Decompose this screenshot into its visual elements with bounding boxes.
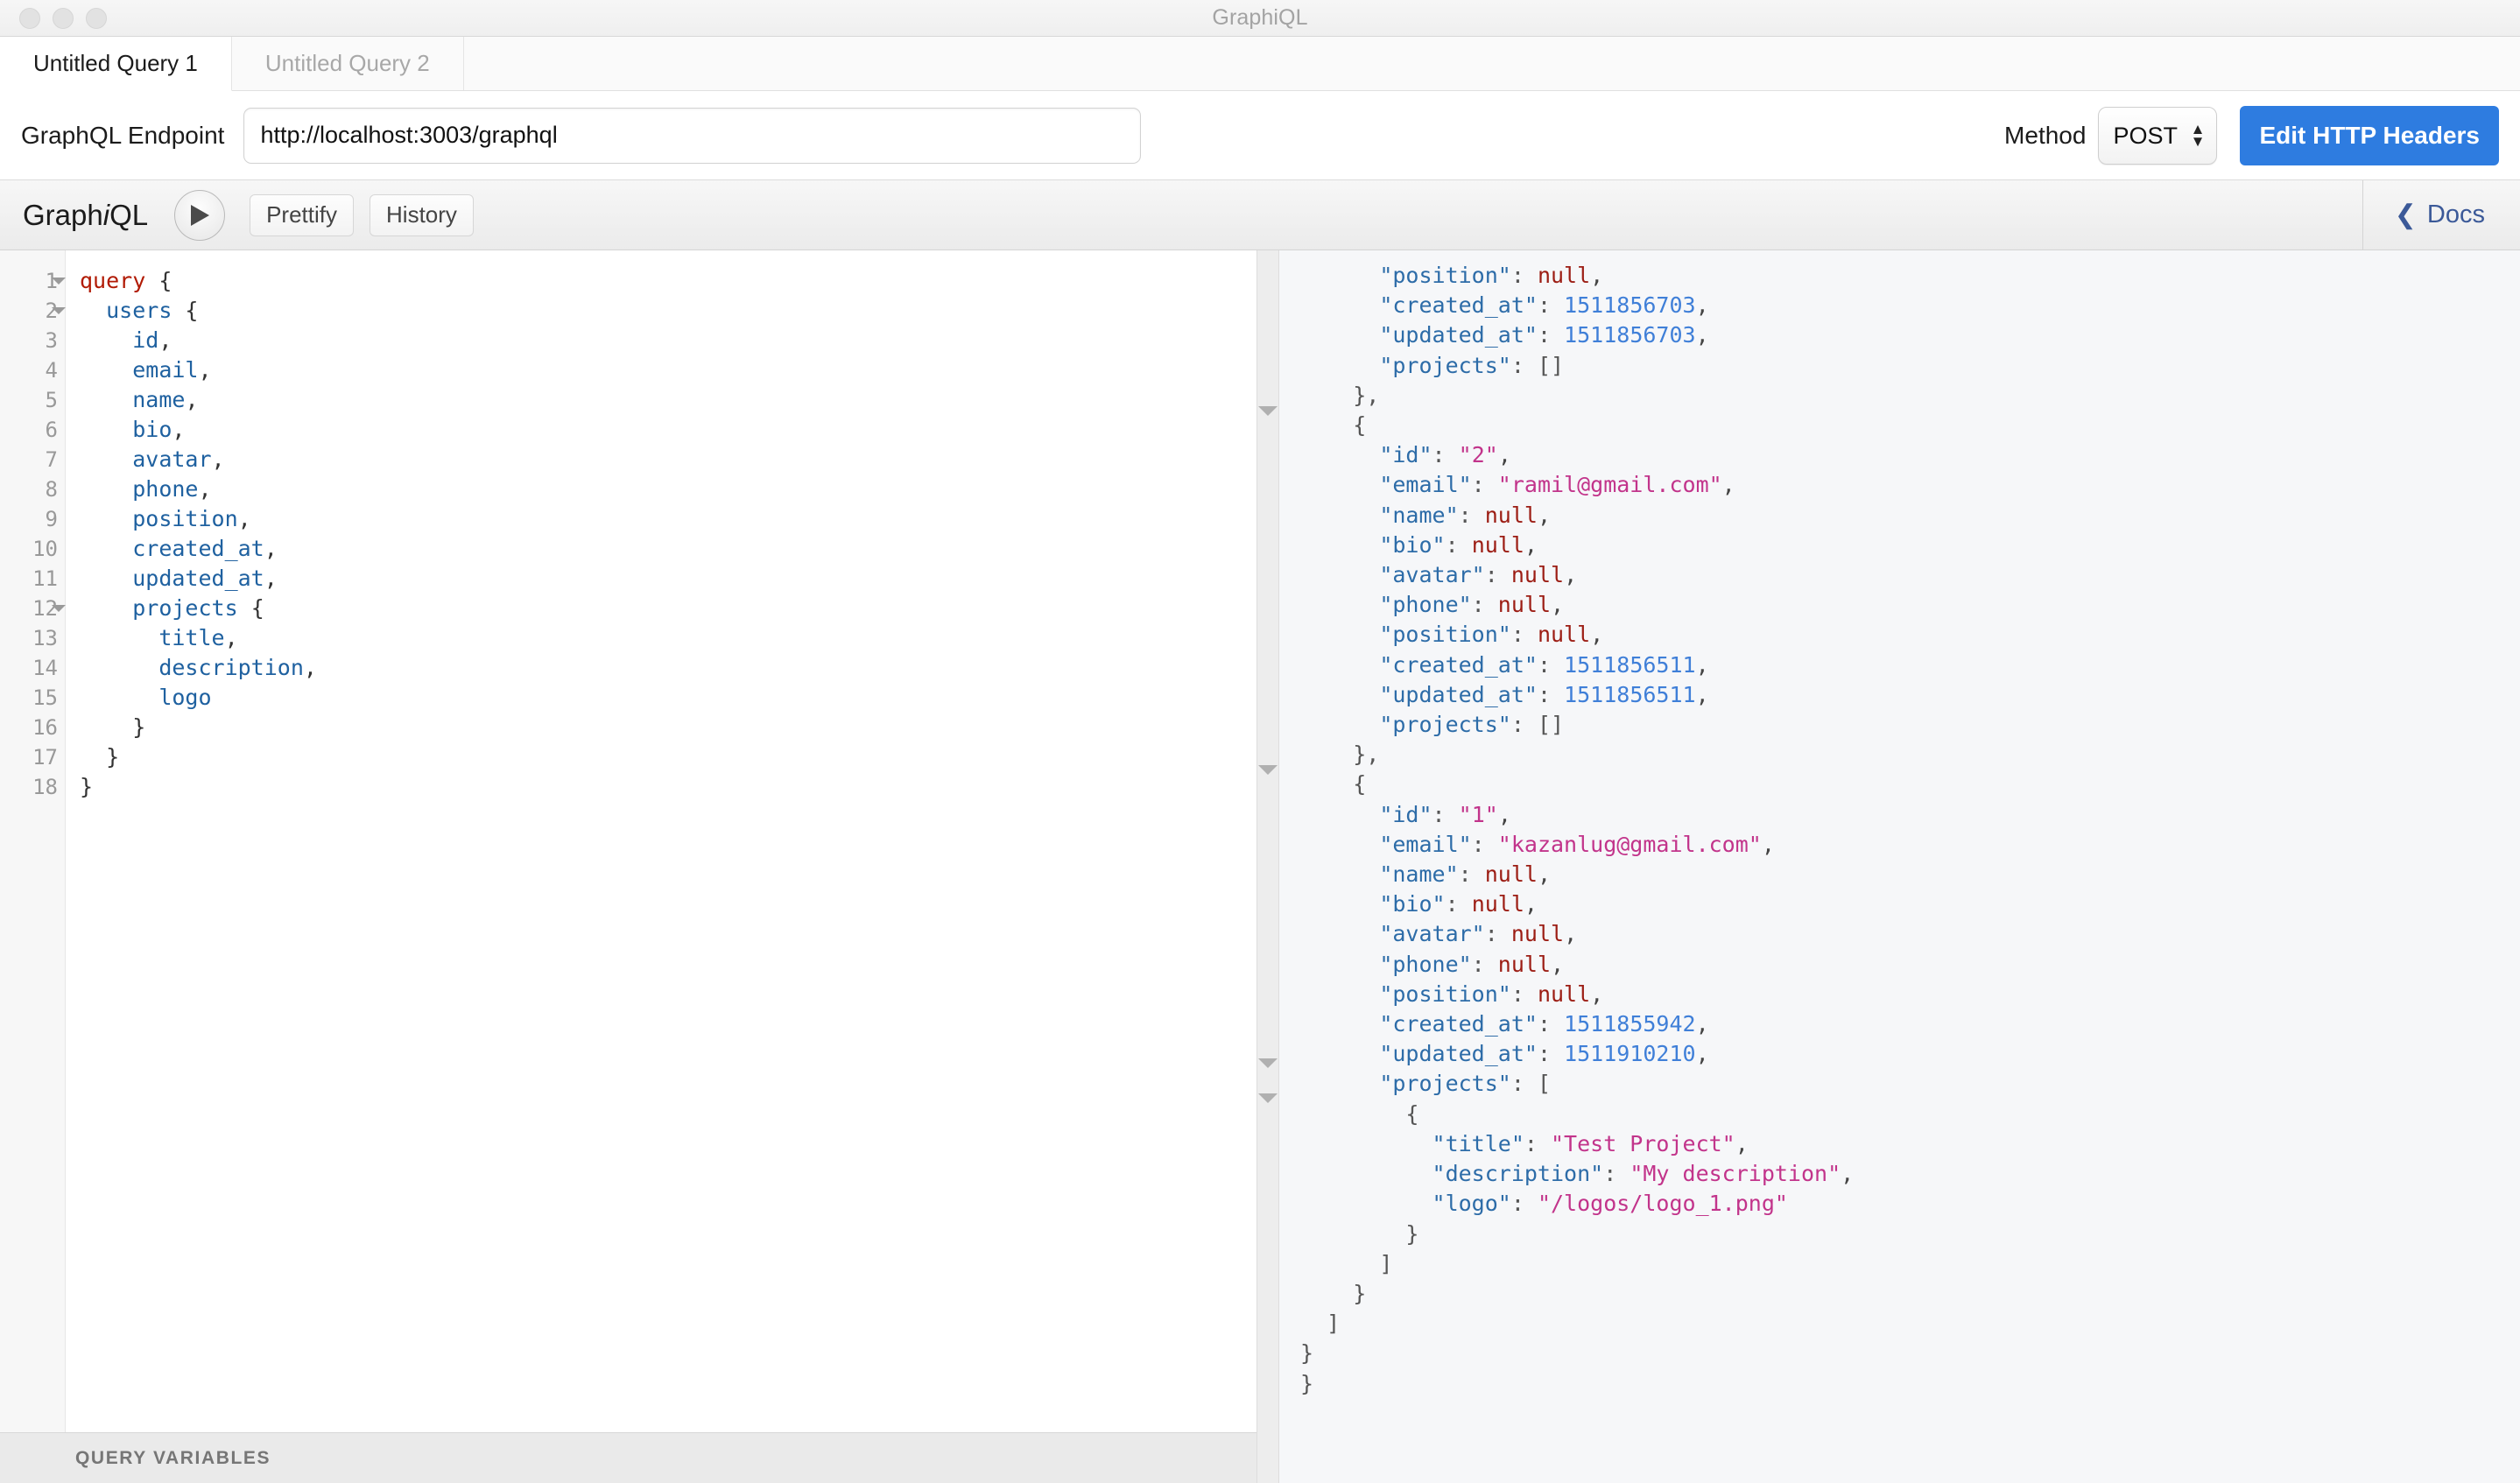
result-json: "position": null, "created_at": 15118567… — [1279, 250, 2520, 1399]
endpoint-bar: GraphQL Endpoint Method POST GET ▲▼ Edit… — [0, 91, 2520, 180]
line-number: 3 — [0, 326, 65, 355]
line-number: 7 — [0, 445, 65, 474]
method-select-wrapper: POST GET ▲▼ — [2098, 107, 2217, 165]
line-number: 14 — [0, 653, 65, 683]
pane-resize-handle[interactable] — [1256, 250, 1279, 1483]
graphql-endpoint-input[interactable] — [243, 108, 1140, 164]
line-number: 8 — [0, 474, 65, 504]
line-number: 9 — [0, 504, 65, 534]
graphiql-window: GraphiQL Untitled Query 1 Untitled Query… — [0, 0, 2520, 1483]
query-editor[interactable]: 123456789101112131415161718 query { user… — [0, 250, 1256, 1432]
line-number: 13 — [0, 623, 65, 653]
line-number-gutter: 123456789101112131415161718 — [0, 250, 66, 1432]
method-label: Method — [2004, 122, 2086, 150]
tab-untitled-query-1[interactable]: Untitled Query 1 — [0, 37, 232, 91]
line-number: 1 — [0, 266, 65, 296]
line-number: 17 — [0, 742, 65, 772]
play-icon — [188, 203, 211, 228]
logo-i: i — [103, 199, 109, 231]
line-number: 4 — [0, 355, 65, 385]
line-number: 16 — [0, 713, 65, 742]
tab-strip-filler — [464, 37, 2520, 90]
query-variables-label: QUERY VARIABLES — [75, 1448, 271, 1469]
graphiql-toolbar: GraphiQL Prettify History ❮ Docs — [0, 180, 2520, 250]
logo-prefix: Graph — [23, 199, 103, 231]
fold-triangle-icon[interactable] — [1258, 765, 1278, 775]
fold-caret-icon[interactable] — [52, 605, 66, 612]
docs-button[interactable]: ❮ Docs — [2362, 180, 2520, 250]
tab-label: Untitled Query 2 — [265, 50, 430, 77]
editor-split: 123456789101112131415161718 query { user… — [0, 250, 2520, 1483]
logo-suffix: QL — [109, 199, 148, 231]
line-number: 5 — [0, 385, 65, 415]
result-pane[interactable]: "position": null, "created_at": 15118567… — [1279, 250, 2520, 1483]
line-number: 2 — [0, 296, 65, 326]
tab-untitled-query-2[interactable]: Untitled Query 2 — [232, 37, 464, 90]
tab-label: Untitled Query 1 — [33, 50, 198, 77]
line-number: 6 — [0, 415, 65, 445]
window-titlebar: GraphiQL — [0, 0, 2520, 37]
prettify-button[interactable]: Prettify — [250, 194, 354, 236]
edit-http-headers-button[interactable]: Edit HTTP Headers — [2240, 106, 2499, 165]
graphiql-logo: GraphiQL — [23, 199, 148, 232]
endpoint-label: GraphQL Endpoint — [21, 122, 224, 150]
line-number: 15 — [0, 683, 65, 713]
fold-caret-icon[interactable] — [52, 278, 66, 285]
tab-strip: Untitled Query 1 Untitled Query 2 — [0, 37, 2520, 91]
line-number: 11 — [0, 564, 65, 594]
method-select[interactable]: POST GET — [2098, 107, 2217, 165]
history-button[interactable]: History — [370, 194, 474, 236]
query-variables-bar[interactable]: QUERY VARIABLES — [0, 1432, 1256, 1483]
line-number: 18 — [0, 772, 65, 802]
fold-caret-icon[interactable] — [52, 307, 66, 314]
execute-query-button[interactable] — [174, 190, 225, 241]
fold-triangle-icon[interactable] — [1258, 1058, 1278, 1068]
query-code[interactable]: query { users { id, email, name, bio, av… — [66, 250, 1256, 1432]
docs-label: Docs — [2427, 200, 2485, 229]
line-number: 10 — [0, 534, 65, 564]
fold-triangle-icon[interactable] — [1258, 1093, 1278, 1103]
chevron-left-icon: ❮ — [2395, 202, 2417, 228]
fold-triangle-icon[interactable] — [1258, 406, 1278, 416]
query-pane: 123456789101112131415161718 query { user… — [0, 250, 1256, 1483]
line-number: 12 — [0, 594, 65, 623]
window-title: GraphiQL — [0, 5, 2520, 31]
